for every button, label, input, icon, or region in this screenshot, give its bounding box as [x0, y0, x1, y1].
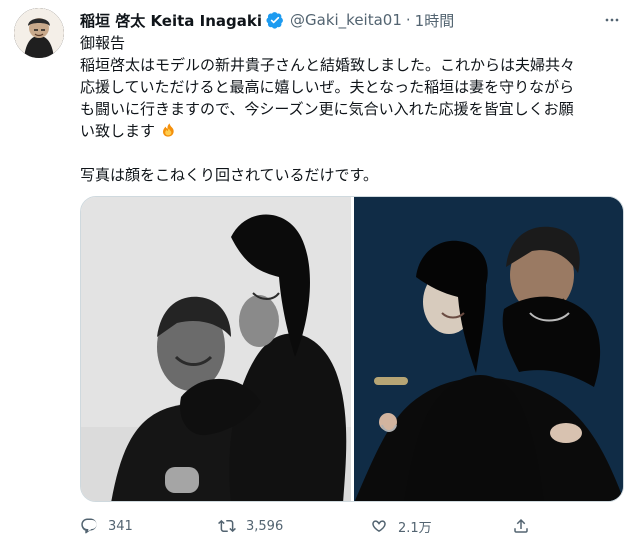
reply-icon [80, 517, 98, 535]
separator-dot: · [405, 11, 411, 29]
avatar-illustration [14, 8, 64, 58]
more-icon[interactable] [598, 8, 626, 32]
tweet-text-line-5-text: い致します [80, 122, 156, 140]
tweet-text-line-2: 稲垣啓太はモデルの新井貴子さんと結婚致しました。これからは夫婦共々 [80, 56, 576, 74]
tweet-text-line-5: い致します [80, 120, 620, 142]
tweet-header: 稲垣 啓太 Keita Inagaki @Gaki_keita01 · 1時間 [80, 8, 454, 32]
author-handle[interactable]: @Gaki_keita01 [290, 11, 402, 29]
fire-emoji-icon [160, 122, 176, 138]
tweet-text-line-4: も闘いに行きますので、今シーズン更に気合い入れた応援を皆宜しくお願 [80, 100, 574, 118]
media-grid[interactable] [80, 196, 624, 502]
photo-left-illustration [81, 197, 351, 501]
reply-count: 341 [108, 518, 133, 534]
verified-badge-icon [266, 11, 284, 29]
like-button[interactable]: 2.1万 [370, 512, 432, 540]
share-button[interactable] [512, 512, 540, 540]
retweet-count: 3,596 [246, 518, 284, 534]
retweet-icon [218, 517, 236, 535]
tweet-actions: 341 3,596 2.1万 [80, 512, 620, 540]
author-name[interactable]: 稲垣 啓太 Keita Inagaki [80, 10, 262, 31]
avatar[interactable] [14, 8, 64, 58]
tweet-text-line-3: 応援していただけると最高に嬉しいぜ。夫となった稲垣は妻を守りながら [80, 78, 575, 96]
tweet[interactable]: 稲垣 啓太 Keita Inagaki @Gaki_keita01 · 1時間 … [0, 0, 640, 550]
photo-right-illustration [354, 197, 623, 501]
tweet-text-line-1: 御報告 [80, 34, 126, 52]
tweet-text-second-paragraph: 写真は顔をこねくり回されているだけです。 [80, 166, 379, 184]
photo-left[interactable] [81, 197, 351, 501]
tweet-text: 御報告 稲垣啓太はモデルの新井貴子さんと結婚致しました。これからは夫婦共々 応援… [80, 32, 620, 186]
photo-right[interactable] [354, 197, 623, 501]
tweet-time[interactable]: 1時間 [415, 10, 455, 31]
like-count: 2.1万 [398, 520, 432, 536]
like-icon [370, 517, 388, 535]
share-icon [512, 517, 530, 535]
reply-button[interactable]: 341 [80, 512, 133, 540]
retweet-button[interactable]: 3,596 [218, 512, 283, 540]
